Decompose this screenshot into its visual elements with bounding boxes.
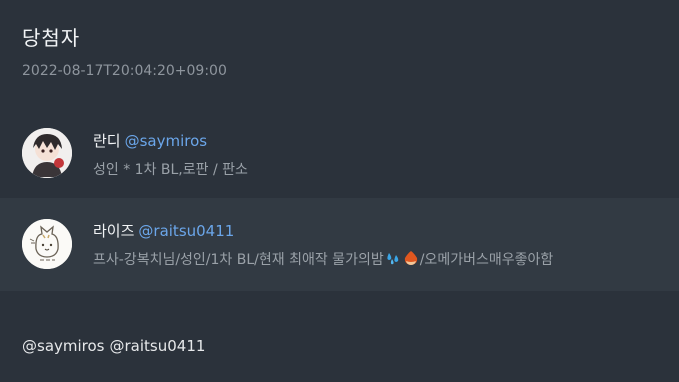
page-title: 당첨자 (22, 26, 81, 50)
sweat-droplets-icon (385, 250, 401, 270)
user-handle-link[interactable]: @saymiros (125, 132, 208, 150)
anime-character-avatar-icon[interactable] (22, 128, 72, 178)
bio-text-suffix: /오메가버스매우좋아함 (419, 252, 554, 268)
winner-name-line: 란디 @saymiros (93, 130, 207, 151)
timestamp: 2022-08-17T20:04:20+09:00 (22, 63, 227, 79)
cat-sketch-avatar-icon[interactable] (22, 219, 72, 269)
mention-link[interactable]: @raitsu0411 (110, 337, 206, 355)
mentions-line: @saymiros @raitsu0411 (22, 337, 205, 355)
user-bio: 프사-강복치님/성인/1차 BL/현재 최애작 물가의밤/오메가버스매우좋아함 (93, 249, 553, 270)
user-handle-link[interactable]: @raitsu0411 (138, 222, 234, 240)
display-name: 란디 (93, 132, 121, 150)
winner-row-raitsu0411[interactable]: 라이즈 @raitsu0411 프사-강복치님/성인/1차 BL/현재 최애작 물… (0, 198, 679, 291)
winner-name-line: 라이즈 @raitsu0411 (93, 220, 234, 241)
mention-link[interactable]: @saymiros (22, 337, 105, 355)
chestnut-icon (403, 250, 419, 270)
display-name: 라이즈 (93, 222, 135, 240)
user-bio: 성인 * 1차 BL,로판 / 판소 (93, 162, 248, 178)
winners-page: 당첨자 2022-08-17T20:04:20+09:00 란디 @saymiro… (0, 0, 679, 382)
winner-row-saymiros[interactable]: 란디 @saymiros 성인 * 1차 BL,로판 / 판소 (0, 107, 679, 200)
bio-text-prefix: 프사-강복치님/성인/1차 BL/현재 최애작 물가의밤 (93, 252, 384, 268)
